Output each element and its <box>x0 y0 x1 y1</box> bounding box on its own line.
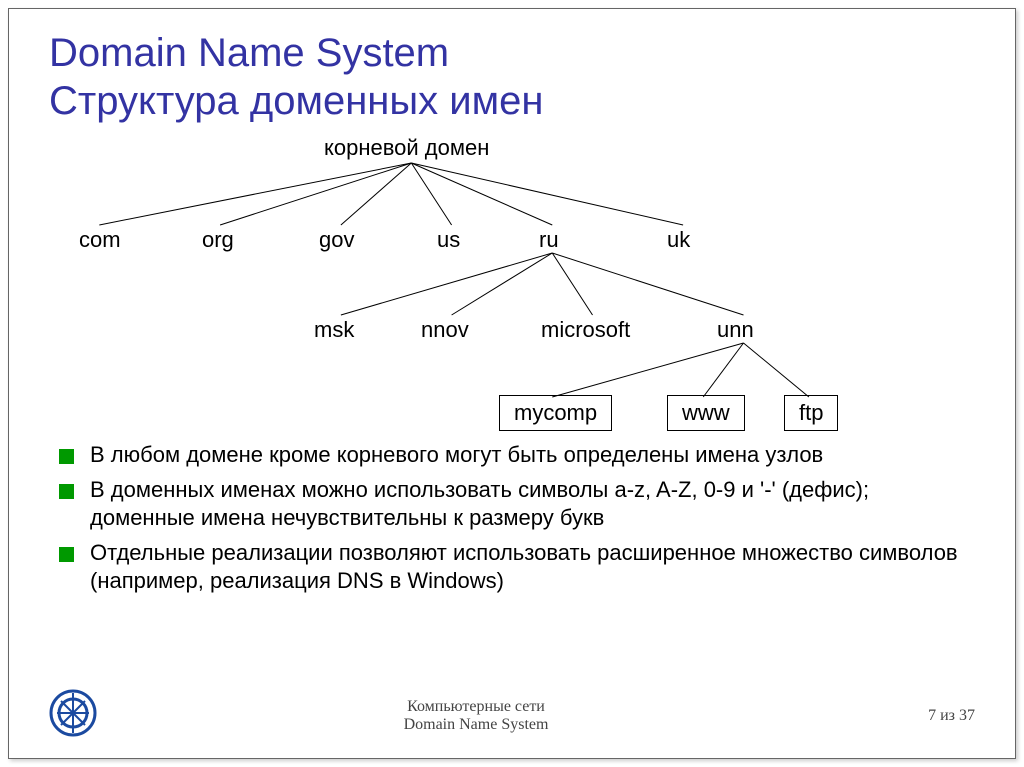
bullet-item: В доменных именах можно использовать сим… <box>59 476 975 533</box>
tree-connectors <box>49 135 975 435</box>
bullet-square-icon <box>59 449 74 464</box>
page-number: 7 из 37 <box>855 707 975 725</box>
tld-ru: ru <box>539 227 559 253</box>
logo-icon <box>49 689 97 742</box>
tld-com: com <box>79 227 121 253</box>
title-line-1: Domain Name System <box>49 31 449 75</box>
tree-root: корневой домен <box>324 135 489 161</box>
bullet-square-icon <box>59 547 74 562</box>
tld-us: us <box>437 227 460 253</box>
footer-text: Компьютерные сети Domain Name System <box>97 698 855 734</box>
host-mycomp: mycomp <box>499 395 612 431</box>
bullet-text: В любом домене кроме корневого могут быт… <box>90 441 823 470</box>
dom-nnov: nnov <box>421 317 469 343</box>
dom-msk: msk <box>314 317 354 343</box>
footer-line-1: Компьютерные сети <box>407 698 545 715</box>
tld-gov: gov <box>319 227 354 253</box>
tld-org: org <box>202 227 234 253</box>
footer-line-2: Domain Name System <box>404 716 549 733</box>
host-ftp: ftp <box>784 395 838 431</box>
bullet-text: Отдельные реализации позволяют использов… <box>90 539 975 596</box>
title-line-2: Структура доменных имен <box>49 79 543 123</box>
host-www: www <box>667 395 745 431</box>
dom-microsoft: microsoft <box>541 317 630 343</box>
bullet-square-icon <box>59 484 74 499</box>
dns-tree-diagram: корневой домен com org gov us ru uk msk … <box>49 135 975 435</box>
bullet-list: В любом домене кроме корневого могут быт… <box>49 441 975 602</box>
dom-unn: unn <box>717 317 754 343</box>
tld-uk: uk <box>667 227 690 253</box>
footer: Компьютерные сети Domain Name System 7 и… <box>49 689 975 742</box>
slide: Domain Name System Структура доменных им… <box>8 8 1016 759</box>
slide-title: Domain Name System Структура доменных им… <box>49 29 975 125</box>
bullet-text: В доменных именах можно использовать сим… <box>90 476 975 533</box>
bullet-item: Отдельные реализации позволяют использов… <box>59 539 975 596</box>
bullet-item: В любом домене кроме корневого могут быт… <box>59 441 975 470</box>
